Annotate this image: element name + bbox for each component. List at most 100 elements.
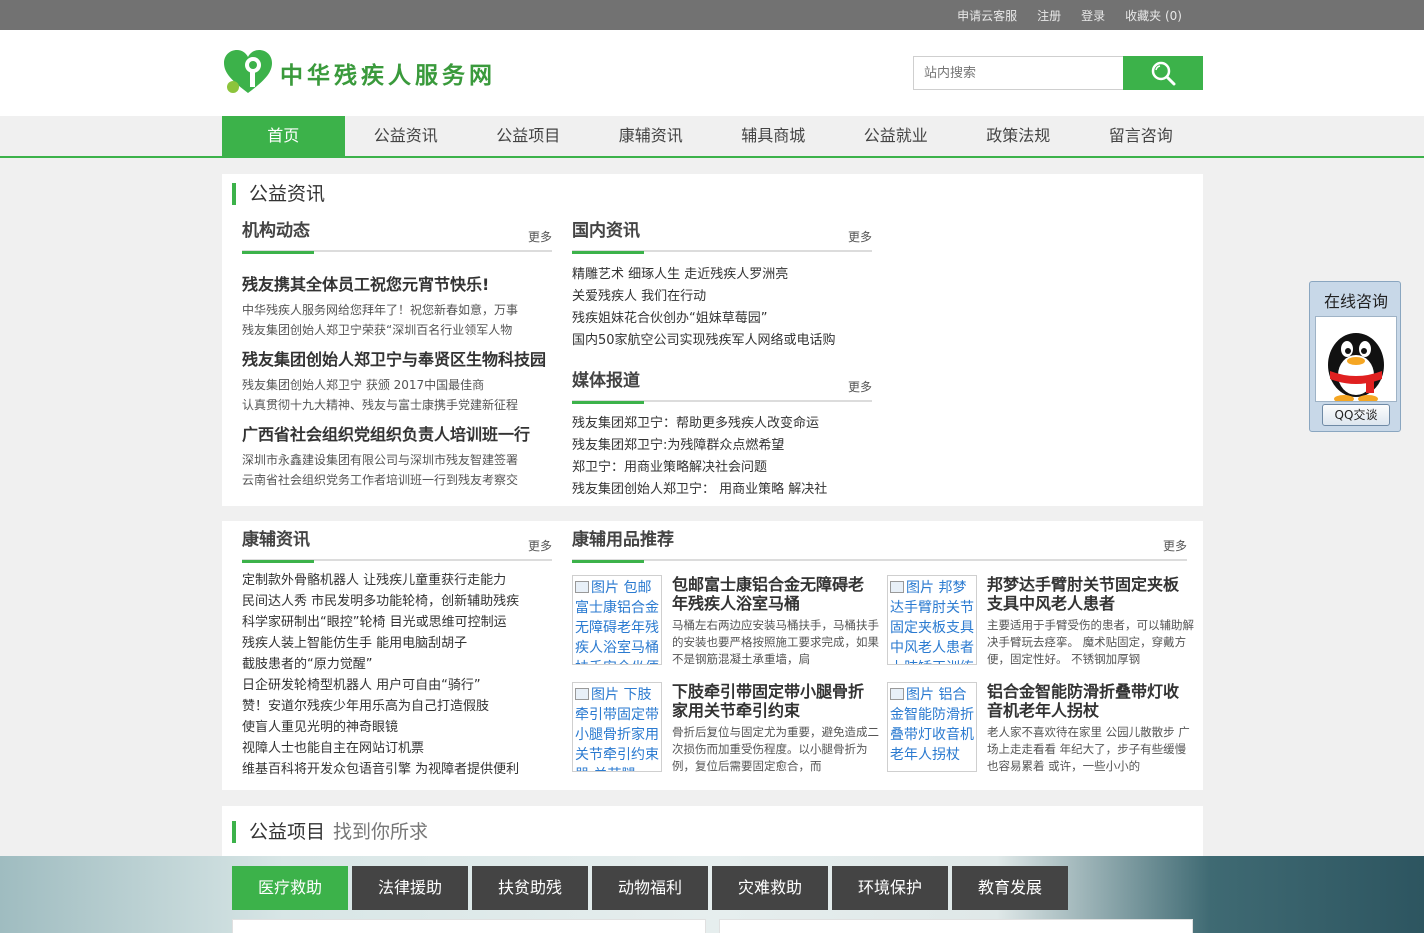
top-links: 申请云客服 注册 登录 收藏夹 (0) [957, 0, 1182, 30]
broken-image-icon [890, 581, 904, 593]
list-item[interactable]: 日企研发轮椅型机器人 用户可自由“骑行” [242, 675, 552, 696]
list-item[interactable]: 截肢患者的“原力觉醒” [242, 654, 552, 675]
product-desc: 骨折后复位与固定尤为重要，避免造成二次损伤而加重受伤程度。以小腿骨折为例，复位后… [672, 725, 879, 773]
tab-medical-aid[interactable]: 医疗救助 [232, 866, 348, 910]
broken-image-icon [575, 688, 589, 700]
rehab-panel: 康辅资讯 更多 定制款外骨骼机器人 让残疾儿童重获行走能力 民间达人秀 市民发明… [222, 521, 1203, 790]
list-item[interactable]: 维基百科将开发众包语音引擎 为视障者提供便利 [242, 759, 552, 780]
product-title[interactable]: 铝合金智能防滑折叠带灯收音机老年人拐杖 [987, 682, 1193, 720]
product-card[interactable]: 图片 包邮富士康铝合金无障碍老年残疾人浴室马桶扶手安全坐便 包邮富士康铝合金无障… [572, 575, 882, 666]
list-item[interactable]: 残疾姐妹花合伙创办“姐妹草莓园” [572, 308, 872, 330]
list-item[interactable]: 定制款外骨骼机器人 让残疾儿童重获行走能力 [242, 570, 552, 591]
apply-cloud-service-link[interactable]: 申请云客服 [957, 7, 1017, 24]
top-bar: 申请云客服 注册 登录 收藏夹 (0) [0, 0, 1424, 30]
product-image[interactable]: 图片 铝合金智能防滑折叠带灯收音机老年人拐杖 [887, 682, 977, 772]
logo-icon [224, 50, 272, 93]
tab-environment[interactable]: 环境保护 [832, 866, 948, 910]
product-desc: 主要适用于手臂受伤的患者，可以辅助解决手臂玩去痉挛。 魔术贴固定，穿戴方便，固定… [987, 618, 1194, 666]
list-item[interactable]: 民间达人秀 市民发明多功能轮椅，创新辅助残疾 [242, 591, 552, 612]
nav-home[interactable]: 首页 [222, 116, 345, 156]
list-item[interactable]: 郑卫宁：用商业策略解决社会问题 [572, 457, 872, 479]
media-news-header: 媒体报道 更多 [572, 368, 872, 404]
site-search [913, 56, 1203, 90]
product-title[interactable]: 下肢牵引带固定带小腿骨折家用关节牵引约束 [672, 682, 878, 720]
domestic-news-heading: 国内资讯 [572, 218, 644, 254]
list-item[interactable]: 科学家研制出“眼控”轮椅 目光或思维可控制运 [242, 612, 552, 633]
org-news-more-link[interactable]: 更多 [528, 228, 552, 245]
org-news-sub-3b[interactable]: 云南省社会组织党务工作者培训班一行到残友考察交 [242, 470, 542, 490]
search-button[interactable] [1123, 56, 1203, 90]
tab-legal-aid[interactable]: 法律援助 [352, 866, 468, 910]
list-item[interactable]: 精雕艺术 细琢人生 走近残疾人罗洲亮 [572, 264, 872, 286]
login-link[interactable]: 登录 [1081, 7, 1105, 24]
section-subtitle: 找到你所求 [333, 821, 429, 843]
domestic-news-header: 国内资讯 更多 [572, 218, 872, 254]
list-item[interactable]: 使盲人重见光明的神奇眼镜 [242, 717, 552, 738]
list-item[interactable]: 残疾人装上智能仿生手 能用电脑刮胡子 [242, 633, 552, 654]
product-card[interactable]: 图片 下肢牵引带固定带小腿骨折家用关节牵引约束器 关节腿 下肢牵引带固定带小腿骨… [572, 682, 882, 773]
charity-news-panel: 公益资讯 机构动态 更多 残友携其全体员工祝您元宵节快乐! 中华残疾人服务网给您… [222, 174, 1203, 506]
search-input[interactable] [913, 56, 1123, 90]
nav-policy[interactable]: 政策法规 [957, 116, 1080, 156]
online-consult-widget: 在线咨询 QQ交谈 [1309, 281, 1401, 432]
org-news-sub-2b[interactable]: 认真贯彻十九大精神、残友与富士康携手党建新征程 [242, 395, 542, 415]
site-logo[interactable]: 中华残疾人服务网 [222, 46, 496, 100]
tab-animal-welfare[interactable]: 动物福利 [592, 866, 708, 910]
products-header: 康辅用品推荐 更多 [572, 527, 1187, 563]
favorites-link[interactable]: 收藏夹 (0) [1125, 7, 1182, 24]
products-more-link[interactable]: 更多 [1163, 537, 1187, 554]
media-news-list: 残友集团郑卫宁：帮助更多残疾人改变命运 残友集团郑卫宁:为残障群众点燃希望 郑卫… [572, 413, 872, 501]
product-desc: 马桶左右两边应安装马桶扶手，马桶扶手的安装也要严格按照施工要求完成，如果不是钢筋… [672, 618, 879, 666]
list-item[interactable]: 残友集团创始人郑卫宁： 用商业策略 解决社 [572, 479, 872, 501]
products-heading: 康辅用品推荐 [572, 527, 674, 563]
list-item[interactable]: 视障人士也能自主在网站订机票 [242, 738, 552, 759]
tab-poverty-relief[interactable]: 扶贫助残 [472, 866, 588, 910]
product-image[interactable]: 图片 包邮富士康铝合金无障碍老年残疾人浴室马桶扶手安全坐便 [572, 575, 662, 665]
nav-message[interactable]: 留言咨询 [1080, 116, 1203, 156]
tab-disaster-relief[interactable]: 灾难救助 [712, 866, 828, 910]
org-news-title-2[interactable]: 残友集团创始人郑卫宁与奉贤区生物科技园 [242, 346, 552, 370]
list-item[interactable]: 关爱残疾人 我们在行动 [572, 286, 872, 308]
org-news-sub-2a[interactable]: 残友集团创始人郑卫宁 获颁 2017中国最佳商 [242, 375, 542, 395]
list-item[interactable]: 残友集团郑卫宁:为残障群众点燃希望 [572, 435, 872, 457]
register-link[interactable]: 注册 [1037, 7, 1061, 24]
nav-aids-mall[interactable]: 辅具商城 [712, 116, 835, 156]
org-news-sub-3a[interactable]: 深圳市永鑫建设集团有限公司与深圳市残友智建签署 [242, 450, 542, 470]
domestic-news-more-link[interactable]: 更多 [848, 228, 872, 245]
rehab-news-list: 定制款外骨骼机器人 让残疾儿童重获行走能力 民间达人秀 市民发明多功能轮椅，创新… [242, 570, 552, 780]
section-title-text: 公益项目 [249, 821, 326, 843]
org-news-heading: 机构动态 [242, 218, 314, 254]
domestic-news-list: 精雕艺术 细琢人生 走近残疾人罗洲亮 关爱残疾人 我们在行动 残疾姐妹花合伙创办… [572, 264, 872, 352]
list-item[interactable]: 赞！安道尔残疾少年用乐高为自己打造假肢 [242, 696, 552, 717]
product-card[interactable]: 图片 邦梦达手臂肘关节固定夹板支具中风老人患者上肢矫正训练 邦梦达手臂肘关节固定… [887, 575, 1197, 666]
nav-charity-projects[interactable]: 公益项目 [467, 116, 590, 156]
org-news-sub-1b[interactable]: 残友集团创始人郑卫宁荣获“深圳百名行业领军人物 [242, 320, 542, 340]
charity-projects-panel: 公益项目 找到你所求 [222, 806, 1203, 856]
list-item[interactable]: 国内50家航空公司实现残疾军人网络或电话购 [572, 330, 872, 352]
rehab-news-header: 康辅资讯 更多 [242, 527, 552, 563]
product-title[interactable]: 邦梦达手臂肘关节固定夹板支具中风老人患者 [987, 575, 1193, 613]
nav-charity-jobs[interactable]: 公益就业 [835, 116, 958, 156]
rehab-news-more-link[interactable]: 更多 [528, 537, 552, 554]
org-news-title-1[interactable]: 残友携其全体员工祝您元宵节快乐! [242, 271, 552, 295]
product-image[interactable]: 图片 邦梦达手臂肘关节固定夹板支具中风老人患者上肢矫正训练 [887, 575, 977, 665]
nav-charity-news[interactable]: 公益资讯 [345, 116, 468, 156]
nav-rehab-news[interactable]: 康辅资讯 [590, 116, 713, 156]
media-news-heading: 媒体报道 [572, 368, 644, 404]
main-nav: 首页 公益资讯 公益项目 康辅资讯 辅具商城 公益就业 政策法规 留言咨询 [0, 116, 1424, 158]
tab-education[interactable]: 教育发展 [952, 866, 1068, 910]
section-title: 公益项目 找到你所求 [232, 821, 428, 843]
qq-chat-button[interactable]: QQ交谈 [1322, 404, 1390, 426]
org-news-title-3[interactable]: 广西省社会组织党组织负责人培训班一行 [242, 421, 552, 445]
rehab-news-heading: 康辅资讯 [242, 527, 314, 563]
product-image[interactable]: 图片 下肢牵引带固定带小腿骨折家用关节牵引约束器 关节腿 [572, 682, 662, 772]
product-title[interactable]: 包邮富士康铝合金无障碍老年残疾人浴室马桶 [672, 575, 878, 613]
media-news-more-link[interactable]: 更多 [848, 378, 872, 395]
product-card[interactable]: 图片 铝合金智能防滑折叠带灯收音机老年人拐杖 铝合金智能防滑折叠带灯收音机老年人… [887, 682, 1197, 773]
project-content-box-right [719, 919, 1193, 933]
list-item[interactable]: 残友集团郑卫宁：帮助更多残疾人改变命运 [572, 413, 872, 435]
product-desc: 老人家不喜欢待在家里 公园儿散散步 广场上走走看看 年纪大了，步子有些缓慢 也容… [987, 725, 1190, 773]
org-news-header: 机构动态 更多 [242, 218, 552, 254]
search-icon [1151, 61, 1176, 86]
org-news-sub-1a[interactable]: 中华残疾人服务网给您拜年了！祝您新春如意，万事 [242, 300, 542, 320]
